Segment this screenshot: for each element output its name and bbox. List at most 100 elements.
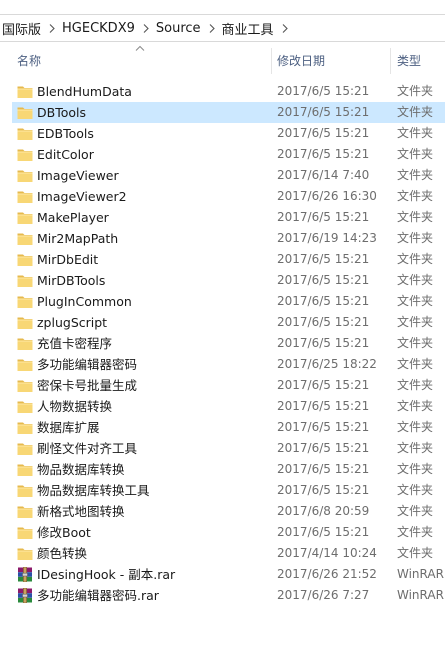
file-type: 文件夹 xyxy=(397,168,434,182)
column-divider[interactable] xyxy=(271,48,272,74)
file-modified-date: 2017/6/5 15:21 xyxy=(277,525,370,539)
file-name[interactable]: MirDBTools xyxy=(37,270,105,291)
folder-icon xyxy=(17,210,33,225)
file-name[interactable]: 刷怪文件对齐工具 xyxy=(37,438,137,459)
file-row[interactable]: 新格式地图转换 2017/6/8 20:59 文件夹 xyxy=(0,501,445,522)
file-type: 文件夹 xyxy=(397,378,434,392)
file-name[interactable]: BlendHumData xyxy=(37,81,132,102)
file-row[interactable]: BlendHumData 2017/6/5 15:21 文件夹 xyxy=(0,81,445,102)
file-type: 文件夹 xyxy=(397,252,434,266)
file-row[interactable]: IDesingHook - 副本.rar 2017/6/26 21:52 WinRA… xyxy=(0,564,445,585)
folder-icon xyxy=(17,168,33,183)
file-row[interactable]: 颜色转换 2017/4/14 10:24 文件夹 xyxy=(0,543,445,564)
file-name[interactable]: 数据库扩展 xyxy=(37,417,100,438)
breadcrumb-item[interactable]: Source xyxy=(154,21,203,36)
file-row[interactable]: 多功能编辑器密码 2017/6/25 18:22 文件夹 xyxy=(0,354,445,375)
file-row[interactable]: 物品数据库转换工具 2017/6/5 15:21 文件夹 xyxy=(0,480,445,501)
folder-icon xyxy=(17,441,33,456)
file-type: 文件夹 xyxy=(397,273,434,287)
column-header-type[interactable]: 类型 xyxy=(397,48,421,74)
file-name[interactable]: EDBTools xyxy=(37,123,94,144)
file-name[interactable]: zplugScript xyxy=(37,312,107,333)
file-name[interactable]: 密保卡号批量生成 xyxy=(37,375,137,396)
file-row[interactable]: 数据库扩展 2017/6/5 15:21 文件夹 xyxy=(0,417,445,438)
file-modified-date: 2017/6/5 15:21 xyxy=(277,105,370,119)
file-row[interactable]: EditColor 2017/6/5 15:21 文件夹 xyxy=(0,144,445,165)
file-row[interactable]: EDBTools 2017/6/5 15:21 文件夹 xyxy=(0,123,445,144)
file-row[interactable]: DBTools 2017/6/5 15:21 文件夹 xyxy=(0,102,445,123)
file-name[interactable]: 多功能编辑器密码.rar xyxy=(37,585,159,606)
winrar-archive-icon xyxy=(17,566,33,583)
chevron-right-icon[interactable] xyxy=(43,23,60,33)
file-row[interactable]: PlugInCommon 2017/6/5 15:21 文件夹 xyxy=(0,291,445,312)
chevron-right-icon[interactable] xyxy=(137,23,154,33)
file-modified-date: 2017/6/5 15:21 xyxy=(277,399,370,413)
address-bar[interactable]: 国际版 HGECKDX9 Source 商业工具 xyxy=(0,14,445,42)
column-divider[interactable] xyxy=(390,48,391,74)
file-row[interactable]: 多功能编辑器密码.rar 2017/6/26 7:27 WinRAR xyxy=(0,585,445,606)
column-header-date[interactable]: 修改日期 xyxy=(277,48,325,74)
file-name[interactable]: PlugInCommon xyxy=(37,291,132,312)
file-row[interactable]: MakePlayer 2017/6/5 15:21 文件夹 xyxy=(0,207,445,228)
chevron-right-icon[interactable] xyxy=(276,23,293,33)
file-name[interactable]: MakePlayer xyxy=(37,207,109,228)
file-type: 文件夹 xyxy=(397,126,434,140)
file-name[interactable]: ImageViewer xyxy=(37,165,119,186)
file-name[interactable]: 多功能编辑器密码 xyxy=(37,354,137,375)
file-modified-date: 2017/6/14 7:40 xyxy=(277,168,370,182)
breadcrumb-item[interactable]: 国际版 xyxy=(0,19,43,38)
file-modified-date: 2017/6/5 15:21 xyxy=(277,336,370,350)
folder-icon xyxy=(17,126,33,141)
file-name[interactable]: 人物数据转换 xyxy=(37,396,112,417)
file-name[interactable]: 修改Boot xyxy=(37,522,91,543)
file-type: 文件夹 xyxy=(397,315,434,329)
file-row[interactable]: ImageViewer2 2017/6/26 16:30 文件夹 xyxy=(0,186,445,207)
file-row[interactable]: MirDbEdit 2017/6/5 15:21 文件夹 xyxy=(0,249,445,270)
breadcrumb-item[interactable]: HGECKDX9 xyxy=(60,21,137,36)
file-name[interactable]: 物品数据库转换 xyxy=(37,459,125,480)
file-name[interactable]: MirDbEdit xyxy=(37,249,98,270)
folder-icon xyxy=(17,147,33,162)
file-row[interactable]: MirDBTools 2017/6/5 15:21 文件夹 xyxy=(0,270,445,291)
file-name[interactable]: DBTools xyxy=(37,102,86,123)
file-modified-date: 2017/6/5 15:21 xyxy=(277,252,370,266)
file-name[interactable]: 颜色转换 xyxy=(37,543,87,564)
file-modified-date: 2017/6/5 15:21 xyxy=(277,483,370,497)
file-name[interactable]: Mir2MapPath xyxy=(37,228,118,249)
file-row[interactable]: 密保卡号批量生成 2017/6/5 15:21 文件夹 xyxy=(0,375,445,396)
folder-icon xyxy=(17,252,33,267)
winrar-archive-icon xyxy=(17,587,33,604)
file-modified-date: 2017/6/5 15:21 xyxy=(277,147,370,161)
file-name[interactable]: 新格式地图转换 xyxy=(37,501,125,522)
file-type: 文件夹 xyxy=(397,210,434,224)
folder-icon xyxy=(17,420,33,435)
file-modified-date: 2017/6/26 21:52 xyxy=(277,567,377,581)
file-modified-date: 2017/6/5 15:21 xyxy=(277,420,370,434)
file-row[interactable]: 修改Boot 2017/6/5 15:21 文件夹 xyxy=(0,522,445,543)
file-type: WinRAR xyxy=(397,588,444,602)
folder-icon xyxy=(17,84,33,99)
file-row[interactable]: Mir2MapPath 2017/6/19 14:23 文件夹 xyxy=(0,228,445,249)
file-modified-date: 2017/6/26 16:30 xyxy=(277,189,377,203)
file-type: 文件夹 xyxy=(397,546,434,560)
file-row[interactable]: 人物数据转换 2017/6/5 15:21 文件夹 xyxy=(0,396,445,417)
file-modified-date: 2017/6/5 15:21 xyxy=(277,126,370,140)
file-name[interactable]: EditColor xyxy=(37,144,94,165)
chevron-right-icon[interactable] xyxy=(203,23,220,33)
file-row[interactable]: zplugScript 2017/6/5 15:21 文件夹 xyxy=(0,312,445,333)
file-name[interactable]: ImageViewer2 xyxy=(37,186,127,207)
file-name[interactable]: IDesingHook - 副本.rar xyxy=(37,564,175,585)
file-row[interactable]: 刷怪文件对齐工具 2017/6/5 15:21 文件夹 xyxy=(0,438,445,459)
column-header-name[interactable]: 名称 xyxy=(17,48,41,74)
file-row[interactable]: 物品数据库转换 2017/6/5 15:21 文件夹 xyxy=(0,459,445,480)
folder-icon xyxy=(17,315,33,330)
file-row[interactable]: 充值卡密程序 2017/6/5 15:21 文件夹 xyxy=(0,333,445,354)
file-type: 文件夹 xyxy=(397,504,434,518)
file-row[interactable]: ImageViewer 2017/6/14 7:40 文件夹 xyxy=(0,165,445,186)
breadcrumb-item[interactable]: 商业工具 xyxy=(220,19,276,38)
folder-icon xyxy=(17,462,33,477)
file-modified-date: 2017/6/19 14:23 xyxy=(277,231,377,245)
file-type: 文件夹 xyxy=(397,84,434,98)
file-name[interactable]: 充值卡密程序 xyxy=(37,333,112,354)
file-name[interactable]: 物品数据库转换工具 xyxy=(37,480,150,501)
